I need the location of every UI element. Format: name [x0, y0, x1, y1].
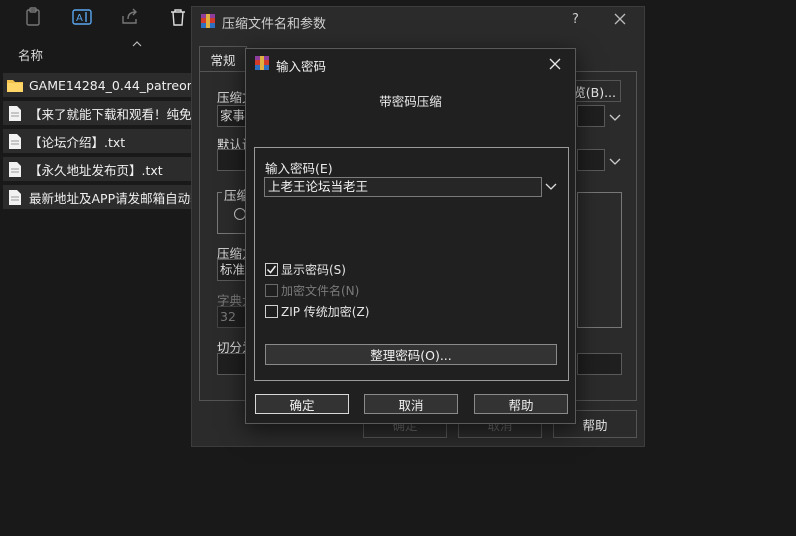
password-label: 输入密码(E) [265, 161, 333, 176]
file-name: GAME14284_0.44_patreon [29, 77, 195, 93]
archive-name-field-right[interactable] [577, 105, 605, 127]
sort-caret-icon [132, 36, 142, 50]
file-row[interactable]: 最新地址及APP请发邮箱自动获 [3, 185, 203, 209]
document-icon [7, 189, 23, 205]
dialog-title: 输入密码 [276, 59, 327, 74]
show-password-label: 显示密码(S) [281, 262, 346, 277]
file-row[interactable]: 【永久地址发布页】.txt [3, 157, 203, 181]
split-field-right[interactable] [577, 353, 622, 375]
password-group: 输入密码(E) 上老王论坛当老王 显示密码(S) 加密文件名(N) ZIP 传统… [254, 147, 569, 381]
encrypt-names-checkbox[interactable]: 加密文件名(N) [265, 282, 359, 298]
winrar-icon [200, 13, 216, 32]
file-name: 【永久地址发布页】.txt [29, 162, 163, 178]
archive-name-field[interactable]: 家事 [217, 105, 247, 127]
checkbox-icon[interactable] [265, 283, 278, 297]
help-question-icon[interactable]: ? [572, 12, 579, 27]
file-row[interactable]: GAME14284_0.44_patreon [3, 73, 203, 97]
help-button[interactable]: 帮助 [474, 394, 568, 414]
file-name: 【论坛介绍】.txt [29, 134, 126, 150]
close-icon[interactable] [613, 12, 627, 29]
column-header-name[interactable]: 名称 [18, 45, 43, 64]
folder-icon [7, 77, 23, 93]
delete-icon[interactable] [167, 6, 189, 28]
browse-button[interactable]: 览(B)... [572, 80, 621, 102]
document-icon [7, 105, 23, 121]
dialog-title: 压缩文件名和参数 [222, 17, 327, 32]
show-password-checkbox[interactable]: 显示密码(S) [265, 261, 346, 277]
encrypt-names-label: 加密文件名(N) [281, 283, 360, 298]
clipboard-icon[interactable] [22, 6, 44, 28]
file-name: 最新地址及APP请发邮箱自动获 [29, 190, 203, 206]
method-field[interactable]: 标准 [217, 259, 247, 281]
dialog-heading: 带密码压缩 [379, 94, 442, 109]
zip-legacy-label: ZIP 传统加密(Z) [281, 304, 370, 319]
checkbox-checked-icon[interactable] [265, 262, 278, 276]
ok-button[interactable]: 确定 [255, 394, 349, 414]
chevron-down-icon[interactable] [542, 177, 560, 197]
organize-passwords-button[interactable]: 整理密码(O)... [265, 344, 557, 365]
password-input[interactable]: 上老王论坛当老王 [264, 177, 542, 197]
rename-icon[interactable]: A [71, 6, 93, 28]
chevron-down-icon[interactable] [609, 111, 621, 125]
cancel-button[interactable]: 取消 [364, 394, 458, 414]
profile-field[interactable] [217, 149, 247, 171]
checkbox-icon[interactable] [265, 304, 278, 318]
options-group [577, 192, 622, 328]
close-icon[interactable] [543, 53, 567, 75]
svg-text:A: A [76, 13, 83, 24]
share-icon[interactable] [119, 6, 141, 28]
zip-legacy-checkbox[interactable]: ZIP 传统加密(Z) [265, 303, 369, 319]
file-name: 【来了就能下载和观看！纯免费 [29, 106, 203, 122]
split-field[interactable] [217, 353, 247, 375]
profile-field-right[interactable] [577, 149, 605, 171]
winrar-icon [254, 55, 270, 74]
file-row[interactable]: 【论坛介绍】.txt [3, 129, 203, 153]
dict-size-field[interactable]: 32 [217, 306, 247, 328]
file-row[interactable]: 【来了就能下载和观看！纯免费 [3, 101, 203, 125]
chevron-down-icon[interactable] [609, 155, 621, 169]
document-icon [7, 133, 23, 149]
password-dialog: 输入密码 带密码压缩 输入密码(E) 上老王论坛当老王 显示密码(S) 加密文件… [245, 48, 576, 424]
tab-general[interactable]: 常规 [199, 46, 247, 72]
document-icon [7, 161, 23, 177]
